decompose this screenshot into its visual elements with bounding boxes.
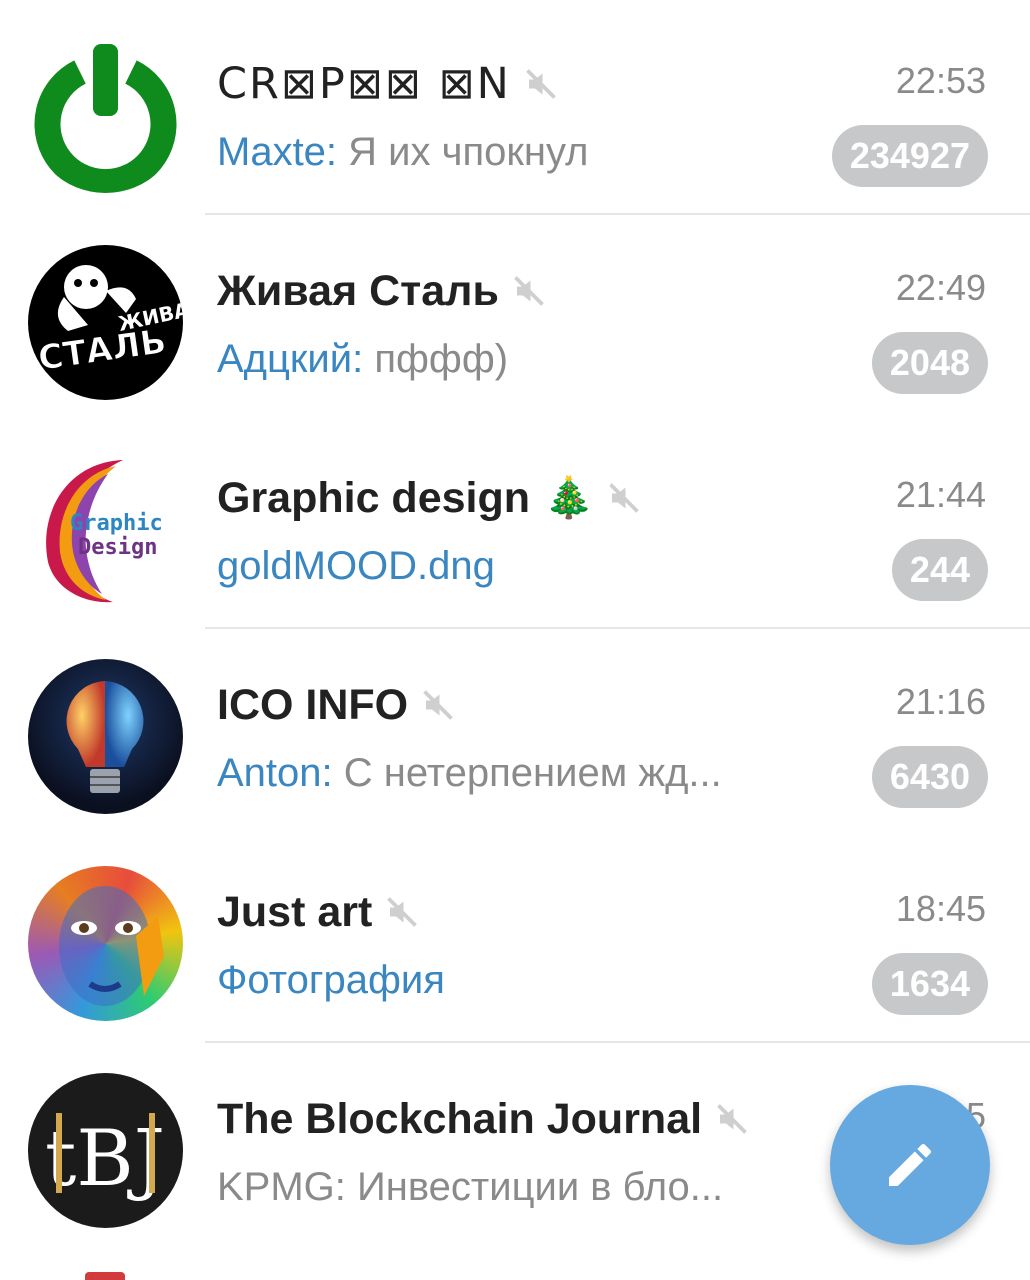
chat-row-graphic-design[interactable]: Graphic Design Graphic design 🎄 21:44 go… <box>0 422 1030 629</box>
preview-message: С нетерпением жд... <box>343 751 722 795</box>
preview-message: пффф) <box>374 337 509 381</box>
preview-sender: Адцкий: <box>217 337 375 381</box>
preview-message: KPMG: Инвестиции в бло... <box>217 1165 724 1209</box>
chat-avatar <box>28 866 183 1021</box>
lightbulb-icon <box>66 681 144 793</box>
chat-preview: Maxte: Я их чпокнул <box>217 130 588 175</box>
muted-icon <box>423 690 453 720</box>
power-icon <box>34 44 177 193</box>
chat-preview: KPMG: Инвестиции в бло... <box>217 1165 723 1210</box>
unread-badge: 244 <box>891 539 988 601</box>
chat-avatar: Graphic Design <box>28 452 183 607</box>
graphic-design-logo-icon: Graphic Design <box>46 460 163 603</box>
chat-time: 21:44 <box>895 474 986 515</box>
chat-preview: Anton: С нетерпением жд... <box>217 751 722 796</box>
muted-icon <box>525 69 556 99</box>
chat-preview: goldMOOD.dng <box>217 544 495 589</box>
preview-sender: Maxte: <box>217 130 349 174</box>
preview-sender: Anton: <box>217 751 344 795</box>
chat-title: The Blockchain Journal <box>217 1094 703 1143</box>
chat-row-zhivaya-stal[interactable]: ЖИВАЯ СТАЛЬ Живая Сталь 22:49 Адцкий: пф… <box>0 215 1030 422</box>
preview-media: goldMOOD.dng <box>217 544 495 588</box>
chat-time: 22:53 <box>895 60 986 101</box>
chat-row-just-art[interactable]: Just art 18:45 Фотография 1634 <box>0 836 1030 1043</box>
unread-badge: 6430 <box>871 746 988 808</box>
new-message-button[interactable] <box>830 1085 990 1245</box>
muted-icon <box>609 483 639 513</box>
unread-badge: 1634 <box>871 953 988 1015</box>
avatar-text: tBJ <box>45 1114 165 1204</box>
chat-title: ICO INFO <box>217 680 409 729</box>
next-row-peek <box>85 1272 125 1280</box>
pencil-icon <box>889 1143 932 1186</box>
christmas-tree-icon: 🎄 <box>544 476 594 520</box>
chat-row-ico-info[interactable]: ICO INFO 21:16 Anton: С нетерпением жд..… <box>0 629 1030 836</box>
chat-title: Graphic design <box>217 473 531 522</box>
chat-avatar: ЖИВАЯ СТАЛЬ <box>28 245 183 400</box>
avatar-text-bottom: СТАЛЬ <box>36 321 169 379</box>
chat-row-crypton[interactable]: CR⊠P⊠⊠ ⊠N 22:53 Maxte: Я их чпокнул 2349… <box>0 8 1030 215</box>
chat-title: CR⊠P⊠⊠ ⊠N <box>217 59 511 109</box>
unread-badge: 234927 <box>831 125 988 187</box>
avatar-text-top: Graphic <box>70 511 163 536</box>
chat-preview: Фотография <box>217 958 445 1003</box>
muted-icon <box>717 1104 747 1134</box>
muted-icon <box>387 897 418 927</box>
chat-time: 18:45 <box>895 888 986 929</box>
preview-message: Я их чпокнул <box>348 130 589 174</box>
unread-badge: 2048 <box>871 332 988 394</box>
bear-logo-icon: ЖИВАЯ СТАЛЬ <box>35 265 183 379</box>
chat-avatar <box>28 659 183 814</box>
chat-time: 21:16 <box>895 681 986 722</box>
chat-time: 22:49 <box>895 267 986 308</box>
chat-title: Just art <box>217 887 373 936</box>
chat-title: Живая Сталь <box>217 266 499 315</box>
tbj-logo-icon: tBJ <box>45 1113 165 1204</box>
muted-icon <box>514 276 544 306</box>
painted-face-icon <box>59 886 164 1006</box>
chat-preview: Адцкий: пффф) <box>217 337 508 382</box>
preview-media: Фотография <box>217 958 445 1002</box>
chat-list: CR⊠P⊠⊠ ⊠N 22:53 Maxte: Я их чпокнул 2349… <box>0 0 1030 1280</box>
avatar-text-bottom: Design <box>78 535 157 560</box>
chat-avatar <box>28 38 183 193</box>
chat-avatar: tBJ <box>28 1073 183 1228</box>
